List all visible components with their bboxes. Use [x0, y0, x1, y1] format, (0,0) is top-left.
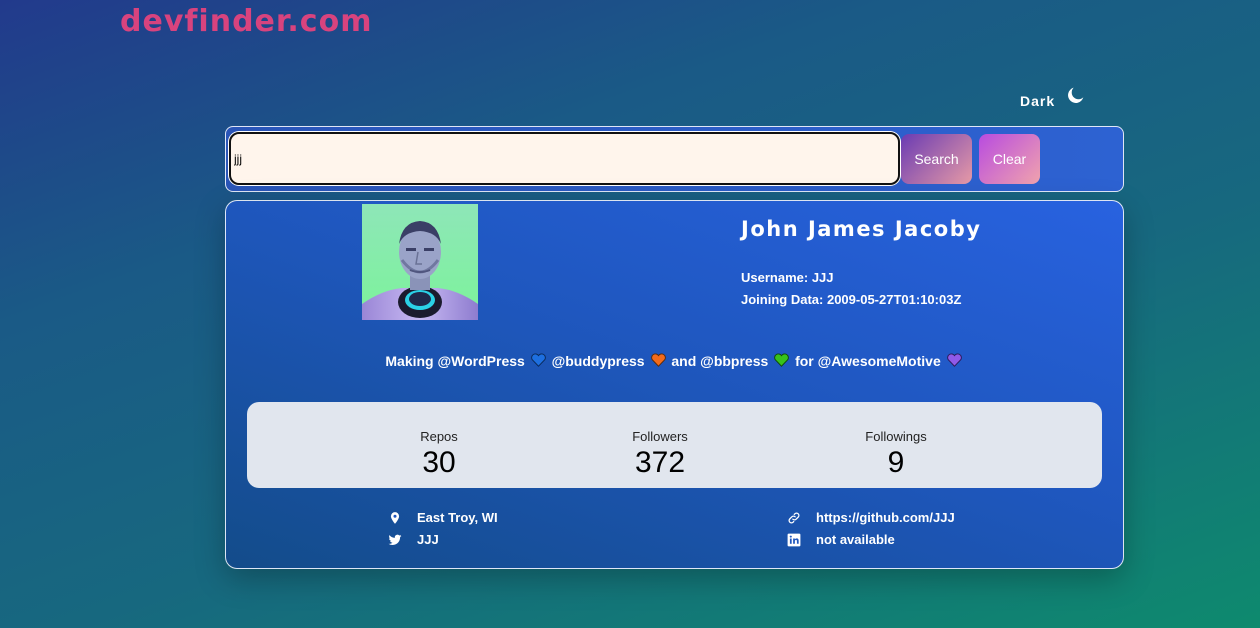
- stat-label: Followers: [632, 429, 688, 444]
- stat-label: Repos: [420, 429, 458, 444]
- joined-value: 2009-05-27T01:10:03Z: [826, 292, 962, 307]
- stat-label: Followings: [865, 429, 927, 444]
- location-row: East Troy, WI: [388, 510, 498, 525]
- avatar: [362, 204, 478, 320]
- search-button[interactable]: Search: [901, 134, 972, 184]
- blue-heart-icon: [530, 353, 546, 371]
- joined-label: Joining Data:: [741, 292, 824, 307]
- stat-value: 9: [887, 446, 905, 479]
- website-text[interactable]: https://github.com/JJJ: [816, 510, 955, 525]
- bio-text-4: for @AwesomeMotive: [795, 353, 941, 369]
- stat-value: 30: [422, 446, 456, 479]
- orange-heart-icon: [650, 353, 666, 371]
- bio-text-3: and @bbpress: [671, 353, 769, 369]
- location-text: East Troy, WI: [417, 510, 498, 525]
- stat-followings: Followings 9: [826, 429, 966, 480]
- search-input[interactable]: [229, 132, 900, 185]
- stat-repos: Repos 30: [369, 429, 509, 480]
- twitter-text: JJJ: [417, 532, 439, 547]
- profile-bio: Making @WordPress @buddypress and @bbpre…: [226, 353, 1123, 371]
- linkedin-text: not available: [816, 532, 895, 547]
- profile-meta: Username: JJJ Joining Data: 2009-05-27T0…: [741, 267, 961, 311]
- bio-text-2: @buddypress: [551, 353, 645, 369]
- linkedin-icon: [787, 533, 801, 547]
- joined-row: Joining Data: 2009-05-27T01:10:03Z: [741, 289, 961, 311]
- stats-panel: Repos 30 Followers 372 Followings 9: [247, 402, 1102, 488]
- theme-toggle[interactable]: Dark: [1020, 84, 1087, 111]
- clear-button[interactable]: Clear: [979, 134, 1040, 184]
- profile-card: John James Jacoby Username: JJJ Joining …: [225, 200, 1124, 569]
- purple-heart-icon: [946, 353, 962, 371]
- website-row[interactable]: https://github.com/JJJ: [787, 510, 955, 525]
- location-pin-icon: [388, 511, 402, 525]
- app-logo: devfinder.com: [120, 4, 373, 39]
- profile-name: John James Jacoby: [741, 217, 982, 241]
- search-bar: Search Clear: [225, 126, 1124, 192]
- twitter-icon: [388, 533, 402, 547]
- bio-text-1: Making @WordPress: [385, 353, 525, 369]
- username-value: JJJ: [811, 270, 834, 285]
- moon-icon: [1065, 84, 1087, 111]
- username-row: Username: JJJ: [741, 267, 961, 289]
- theme-label: Dark: [1020, 92, 1056, 109]
- stat-followers: Followers 372: [590, 429, 730, 480]
- linkedin-row: not available: [787, 532, 895, 547]
- twitter-row[interactable]: JJJ: [388, 532, 439, 547]
- green-heart-icon: [774, 353, 789, 371]
- link-icon: [787, 511, 801, 525]
- stat-value: 372: [634, 446, 686, 479]
- username-label: Username:: [741, 270, 809, 285]
